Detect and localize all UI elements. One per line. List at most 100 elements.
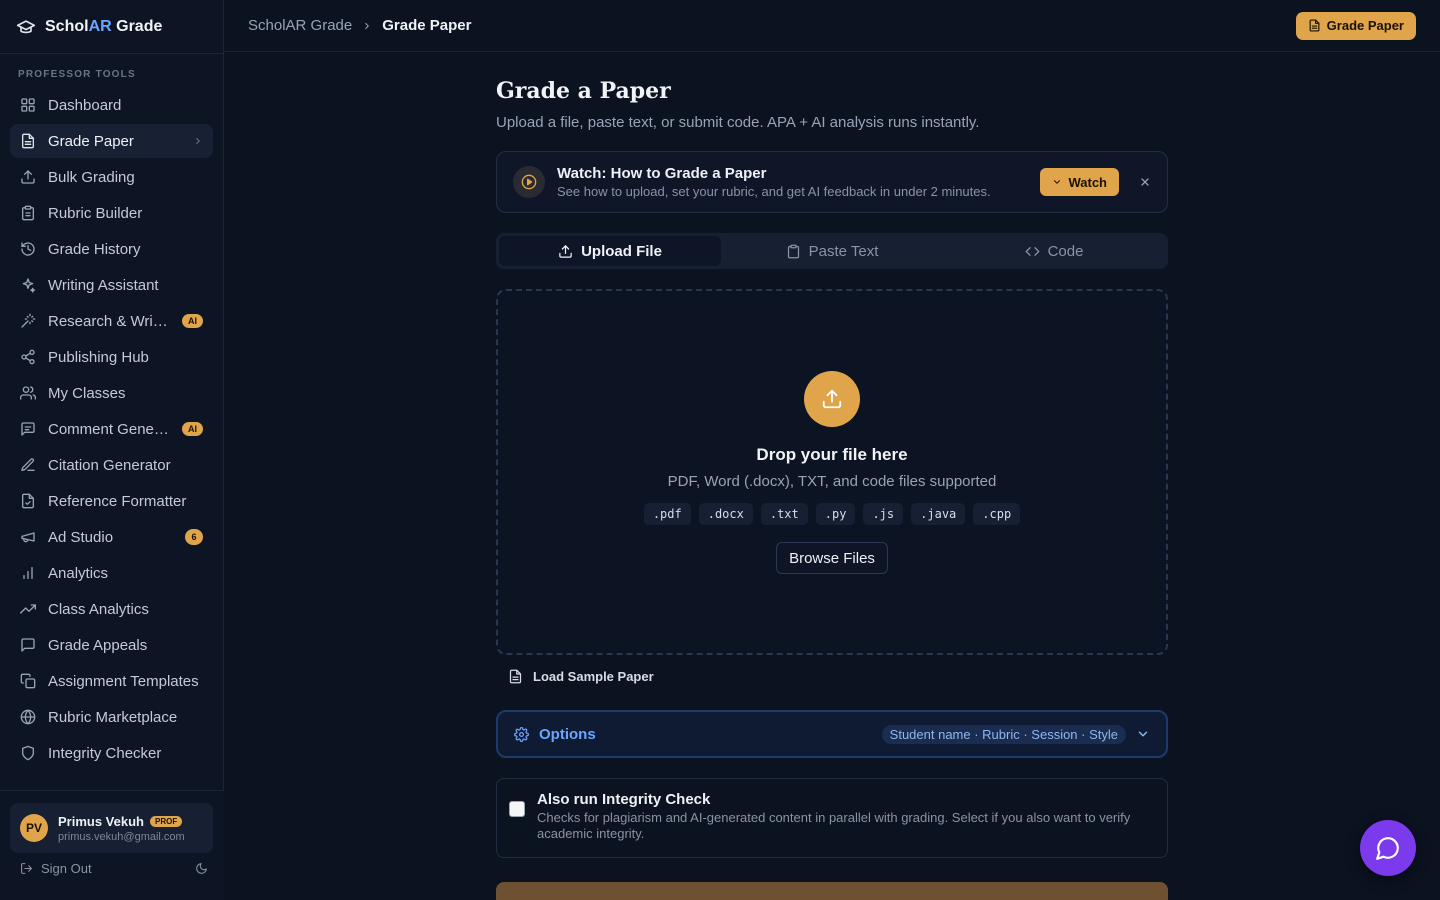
sidebar-item-label: Reference Formatter [48,492,187,510]
user-email: primus.vekuh@gmail.com [58,830,185,843]
sidebar-item-comment-generator[interactable]: Comment Generator AI [10,412,213,446]
sidebar-item-grade-paper[interactable]: Grade Paper [10,124,213,158]
play-circle-icon[interactable] [513,166,545,198]
brand-logo[interactable]: ScholAR Grade [0,0,223,54]
video-title: Watch: How to Grade a Paper [557,165,767,182]
sidebar-item-label: Assignment Templates [48,672,199,690]
moon-icon[interactable] [195,862,208,875]
sidebar-item-label: Integrity Checker [48,744,162,762]
user-card[interactable]: PV Primus Vekuh PROF primus.vekuh@gmail.… [10,803,213,853]
sidebar-item-bulk-grading[interactable]: Bulk Grading [10,160,213,194]
sidebar-item-label: Comment Generator [48,420,170,438]
sidebar-item-label: Analytics [48,564,109,582]
ai-badge: AI [182,422,203,436]
share-icon [20,349,36,365]
page-subtitle: Upload a file, paste text, or submit cod… [496,114,980,131]
tab-paste-text[interactable]: Paste Text [721,236,943,266]
dropzone-subtitle: PDF, Word (.docx), TXT, and code files s… [667,473,997,490]
sidebar-item-label: Grade History [48,240,141,258]
sidebar-item-rubric-builder[interactable]: Rubric Builder [10,196,213,230]
sidebar-item-label: Bulk Grading [48,168,135,186]
tab-upload-file-label: Upload File [581,242,662,260]
sidebar-section-title: PROFESSOR TOOLS [18,69,136,80]
tab-code[interactable]: Code [943,236,1165,266]
grade-paper-button[interactable]: Grade Paper [1295,11,1416,40]
user-area: PV Primus Vekuh PROF primus.vekuh@gmail.… [0,790,224,900]
extension-chip: .cpp [973,503,1021,525]
upload-icon [804,371,860,427]
history-icon [20,241,36,257]
sidebar-item-writing-assistant[interactable]: Writing Assistant [10,268,213,302]
sidebar-item-reference-formatter[interactable]: Reference Formatter [10,484,213,518]
sidebar-item-my-p[interactable]: My P... [10,772,213,783]
sidebar-item-rubric-marketplace[interactable]: Rubric Marketplace [10,700,213,734]
tab-paste-text-label: Paste Text [808,242,879,260]
shield-icon [20,745,36,761]
tutorial-video-card: Watch: How to Grade a Paper See how to u… [496,151,1168,213]
integrity-check-option: Also run Integrity Check Checks for plag… [496,778,1168,858]
tab-upload-file[interactable]: Upload File [499,236,721,266]
watch-button[interactable]: Watch [1040,168,1119,196]
extension-chip: .js [863,503,904,525]
sidebar-item-label: Research & Writing [48,312,170,330]
load-sample-paper-label: Load Sample Paper [533,669,654,684]
file-dropzone[interactable]: Drop your file here PDF, Word (.docx), T… [496,289,1168,655]
integrity-title: Also run Integrity Check [537,791,711,808]
integrity-checkbox[interactable] [509,801,525,817]
sidebar-item-research-writing[interactable]: Research & Writing AI [10,304,213,338]
wand-icon [20,313,36,329]
extension-chip: .py [815,503,856,525]
sidebar-item-ad-studio[interactable]: Ad Studio 6 [10,520,213,554]
dropzone-title: Drop your file here [756,445,908,464]
sign-out-icon[interactable] [20,862,33,875]
sidebar-item-my-classes[interactable]: My Classes [10,376,213,410]
sidebar-item-grade-history[interactable]: Grade History [10,232,213,266]
options-summary: Student name · Rubric · Session · Style [881,724,1126,744]
options-panel[interactable]: Options Student name · Rubric · Session … [496,710,1168,758]
chevron-down-icon [1052,177,1062,187]
extension-chip: .java [911,503,966,525]
extension-chip: .pdf [643,503,691,525]
tab-code-label: Code [1047,242,1084,260]
breadcrumb: ScholAR Grade Grade Paper [248,17,471,34]
chevron-right-icon [193,136,203,146]
page-title: Grade a Paper [496,78,671,104]
sidebar-item-integrity-checker[interactable]: Integrity Checker [10,736,213,770]
browse-files-button[interactable]: Browse Files [776,542,888,574]
sidebar-item-label: Ad Studio [48,528,114,546]
load-sample-paper-link[interactable]: Load Sample Paper [496,669,1168,684]
submit-grade-button[interactable] [496,882,1168,900]
message-icon [20,421,36,437]
sidebar-item-label: Grade Paper [48,132,134,150]
breadcrumb-current: Grade Paper [382,17,472,34]
sidebar-item-grade-appeals[interactable]: Grade Appeals [10,628,213,662]
role-badge: PROF [149,815,183,827]
sidebar-item-label: Grade Appeals [48,636,148,654]
ai-badge: AI [182,314,203,328]
chat-icon [20,637,36,653]
grade-paper-button-label: Grade Paper [1326,18,1404,33]
user-name-row: Primus Vekuh PROF [58,814,185,829]
chevron-down-icon [1136,727,1150,741]
document-icon [1308,19,1321,32]
grid-icon [20,97,36,113]
sidebar-item-publishing-hub[interactable]: Publishing Hub [10,340,213,374]
sidebar-item-class-analytics[interactable]: Class Analytics [10,592,213,626]
chat-button[interactable] [1360,820,1416,876]
sidebar-item-label: Rubric Builder [48,204,143,222]
brand-name: ScholAR Grade [45,17,163,35]
close-icon[interactable] [1139,176,1151,188]
document-icon [20,133,36,149]
sidebar-item-label: Dashboard [48,96,122,114]
sidebar-item-citation-generator[interactable]: Citation Generator [10,448,213,482]
sidebar-item-analytics[interactable]: Analytics [10,556,213,590]
bar-chart-icon [20,565,36,581]
sidebar-item-label: My Classes [48,384,126,402]
breadcrumb-root[interactable]: ScholAR Grade [248,17,352,34]
watch-button-label: Watch [1068,174,1107,190]
sidebar-item-label: Rubric Marketplace [48,708,178,726]
sidebar-item-dashboard[interactable]: Dashboard [10,88,213,122]
sidebar-item-assignment-templates[interactable]: Assignment Templates [10,664,213,698]
sign-out-button[interactable]: Sign Out [41,861,92,876]
sidebar-item-label: Writing Assistant [48,276,159,294]
